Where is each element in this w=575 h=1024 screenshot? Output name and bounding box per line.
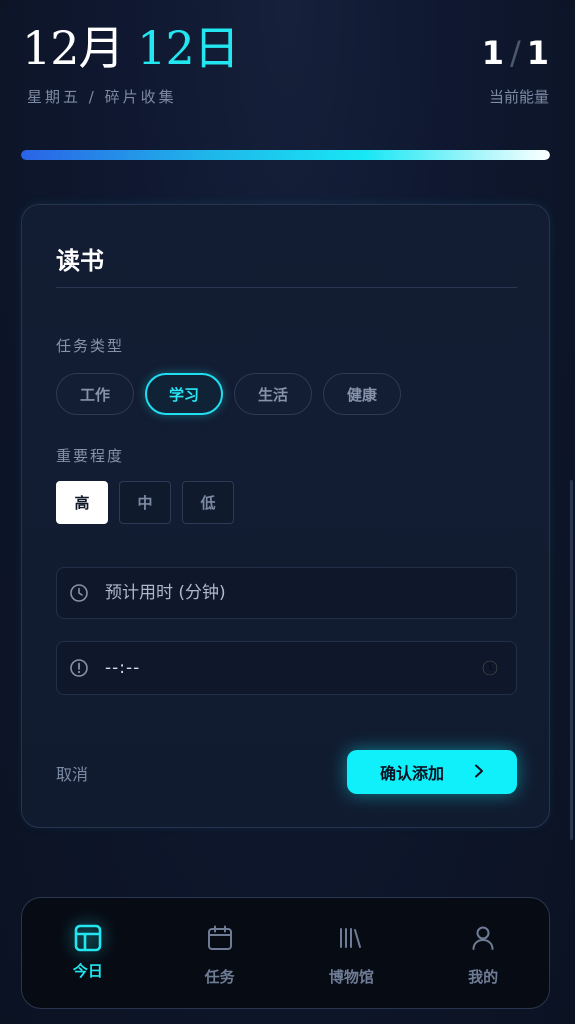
task-type-chips: 工作 学习 生活 健康 — [56, 373, 401, 415]
time-input[interactable]: --:-- — [105, 658, 480, 678]
priority-label: 重要程度 — [56, 447, 125, 465]
chip-study[interactable]: 学习 — [145, 373, 223, 415]
cancel-button[interactable]: 取消 — [56, 761, 88, 785]
nav-label-profile: 我的 — [468, 968, 499, 986]
nav-today[interactable]: 今日 — [38, 916, 138, 981]
chip-health[interactable]: 健康 — [323, 373, 401, 415]
title-divider — [56, 287, 517, 288]
duration-input[interactable] — [105, 583, 516, 603]
nav-museum[interactable]: 博物馆 — [301, 916, 401, 987]
chevron-right-icon — [474, 763, 484, 782]
nav-label-tasks: 任务 — [204, 968, 235, 986]
priority-low-button[interactable]: 低 — [182, 481, 234, 524]
library-icon — [329, 916, 373, 960]
priority-selector: 高 中 低 — [56, 481, 234, 524]
layout-icon — [66, 916, 110, 960]
nav-label-museum: 博物馆 — [328, 968, 374, 986]
energy-progress-fill — [21, 150, 550, 160]
priority-medium-button[interactable]: 中 — [119, 481, 171, 524]
app-screen: 12月 12日 星期五 / 碎片收集 1/1 当前能量 读书 任务类型 工作 学… — [0, 0, 575, 1024]
clock-icon — [69, 583, 89, 603]
task-type-label: 任务类型 — [56, 337, 125, 355]
user-icon — [461, 916, 505, 960]
day-text: 12日 — [137, 21, 240, 75]
calendar-icon — [198, 916, 242, 960]
task-title: 读书 — [56, 247, 104, 275]
alert-icon — [69, 658, 89, 678]
energy-total: 1 — [526, 34, 549, 72]
confirm-add-button[interactable]: 确认添加 — [347, 750, 517, 794]
energy-slash: / — [509, 34, 521, 72]
energy-current: 1 — [481, 34, 504, 72]
bottom-navigation: 今日 任务 博物馆 我的 — [21, 897, 550, 1009]
energy-label: 当前能量 — [488, 88, 549, 106]
month-text: 12月 — [22, 21, 125, 75]
add-task-card: 读书 任务类型 工作 学习 生活 健康 重要程度 高 中 低 --:-- — [21, 204, 550, 828]
nav-label-today: 今日 — [72, 962, 103, 980]
energy-counter: 1/1 — [482, 32, 549, 74]
energy-progress-bar — [21, 150, 550, 160]
chip-life[interactable]: 生活 — [234, 373, 312, 415]
nav-profile[interactable]: 我的 — [433, 916, 533, 987]
time-field[interactable]: --:-- — [56, 641, 517, 695]
date-display: 12月 12日 — [22, 20, 240, 76]
nav-tasks[interactable]: 任务 — [170, 916, 270, 987]
priority-high-button[interactable]: 高 — [56, 481, 108, 524]
time-picker-icon[interactable] — [480, 658, 500, 678]
date-subtitle: 星期五 / 碎片收集 — [27, 88, 177, 106]
chip-work[interactable]: 工作 — [56, 373, 134, 415]
confirm-label: 确认添加 — [379, 764, 444, 783]
scrollbar[interactable] — [570, 480, 573, 840]
duration-field[interactable] — [56, 567, 517, 619]
